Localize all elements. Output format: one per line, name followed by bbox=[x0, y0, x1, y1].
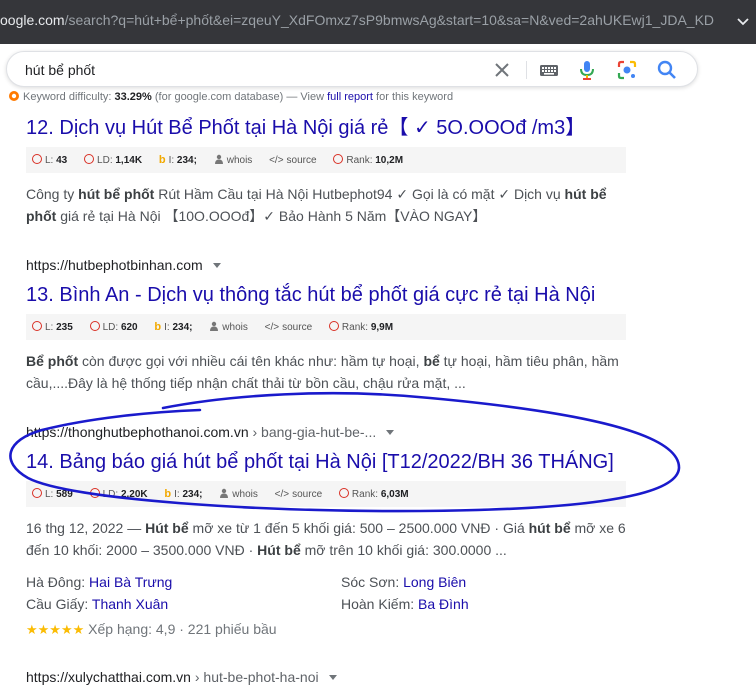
sitelink: Hà Đông: Hai Bà Trưng bbox=[26, 574, 173, 590]
result-title-link[interactable]: 14. Bảng báo giá hút bể phốt tại Hà Nội … bbox=[26, 449, 686, 475]
rating-stars-icon: ★★★★★ bbox=[26, 622, 85, 637]
result-url[interactable]: https://xulychatthai.com.vn › hut-be-pho… bbox=[26, 667, 686, 687]
bing-icon: b bbox=[154, 321, 162, 333]
sitelink-link[interactable]: Hai Bà Trưng bbox=[89, 574, 172, 590]
metric-rank[interactable]: Rank: 6,03M bbox=[338, 482, 409, 508]
rating: ★★★★★ Xếp hạng: 4,9 · 221 phiếu bầu bbox=[26, 621, 686, 638]
clear-icon[interactable] bbox=[491, 59, 513, 81]
semrush-icon bbox=[84, 154, 95, 164]
sitelink: Cầu Giấy: Thanh Xuân bbox=[26, 596, 169, 612]
microphone-icon[interactable] bbox=[576, 59, 598, 81]
whois-link[interactable]: whois bbox=[214, 148, 252, 174]
semrush-icon bbox=[328, 321, 339, 331]
triangle-down-icon[interactable] bbox=[328, 675, 337, 680]
url-host: oogle.com bbox=[0, 12, 65, 28]
sitelinks: Hà Đông: Hai Bà Trưng Sóc Sơn: Long Biên… bbox=[26, 571, 646, 615]
triangle-down-icon[interactable] bbox=[212, 263, 221, 268]
result-title-link[interactable]: 12. Dịch vụ Hút Bể Phốt tại Hà Nội giá r… bbox=[26, 115, 686, 141]
search-divider bbox=[526, 61, 527, 79]
kw-source: (for google.com database) — View bbox=[154, 91, 325, 103]
rating-text: Xếp hạng: 4,9 · 221 phiếu bầu bbox=[88, 621, 277, 637]
search-box[interactable] bbox=[6, 51, 698, 87]
result-url[interactable]: https://hutbephotbinhan.com bbox=[26, 255, 686, 275]
result-snippet: Bể phốt còn được gọi với nhiều cái tên k… bbox=[26, 353, 619, 391]
chevron-down-icon[interactable] bbox=[733, 12, 753, 32]
user-icon bbox=[214, 154, 223, 164]
result-snippet: Công ty hút bể phốt Rút Hầm Cầu tại Hà N… bbox=[26, 186, 607, 224]
search-result: https://hutbephotbinhan.com 13. Bình An … bbox=[26, 255, 686, 394]
semrush-icon bbox=[89, 488, 100, 498]
semrush-icon bbox=[32, 154, 42, 164]
sitelink: Hoàn Kiếm: Ba Đình bbox=[341, 596, 469, 612]
search-result: 12. Dịch vụ Hút Bể Phốt tại Hà Nội giá r… bbox=[26, 115, 686, 227]
seo-metrics-bar: L: 235 LD: 620 b I: 234; whois </> source … bbox=[26, 314, 626, 340]
kw-label: Keyword difficulty: bbox=[23, 91, 112, 103]
bing-icon: b bbox=[164, 488, 172, 500]
whois-link[interactable]: whois bbox=[219, 482, 258, 508]
search-input[interactable] bbox=[25, 60, 465, 80]
triangle-down-icon[interactable] bbox=[386, 430, 395, 435]
metric-l[interactable]: L: 43 bbox=[32, 148, 67, 174]
result-title-link[interactable]: 13. Bình An - Dịch vụ thông tắc hút bể p… bbox=[26, 282, 686, 308]
url-text[interactable]: oogle.com/search?q=hút+bể+phốt&ei=zqeuY_… bbox=[0, 12, 715, 28]
source-link[interactable]: </> source bbox=[275, 482, 322, 508]
kw-value: 33.29% bbox=[114, 91, 152, 103]
code-icon: </> bbox=[264, 322, 280, 333]
kw-suffix: for this keyword bbox=[376, 91, 454, 103]
user-icon bbox=[210, 321, 219, 331]
metric-rank[interactable]: Rank: 10,2M bbox=[333, 148, 403, 174]
sitelink: Sóc Sơn: Long Biên bbox=[341, 574, 467, 590]
search-icon[interactable] bbox=[656, 59, 678, 81]
whois-link[interactable]: whois bbox=[209, 315, 248, 341]
search-result-highlighted: https://thonghutbephothanoi.com.vn › ban… bbox=[26, 422, 686, 638]
metric-ld[interactable]: LD: 620 bbox=[89, 315, 138, 341]
semrush-icon bbox=[32, 321, 42, 331]
browser-address-bar[interactable]: oogle.com/search?q=hút+bể+phốt&ei=zqeuY_… bbox=[0, 0, 756, 44]
search-result: https://xulychatthai.com.vn › hut-be-pho… bbox=[26, 667, 686, 687]
sitelink-link[interactable]: Thanh Xuân bbox=[92, 596, 168, 612]
metric-i[interactable]: b I: 234; bbox=[164, 481, 202, 508]
code-icon: </> bbox=[269, 155, 284, 166]
metric-i[interactable]: b I: 234; bbox=[159, 147, 197, 174]
keyword-difficulty-bar: Keyword difficulty: 33.29% (for google.c… bbox=[8, 90, 453, 104]
semrush-icon bbox=[333, 154, 344, 164]
result-snippet: 16 thg 12, 2022 — Hút bể mỡ xe từ 1 đến … bbox=[26, 520, 626, 558]
source-link[interactable]: </> source bbox=[269, 148, 316, 174]
user-icon bbox=[220, 488, 229, 498]
metric-ld[interactable]: LD: 1,14K bbox=[84, 148, 142, 174]
result-url[interactable]: https://thonghutbephothanoi.com.vn › ban… bbox=[26, 422, 686, 442]
semrush-icon bbox=[32, 488, 42, 498]
seo-metrics-bar: L: 43 LD: 1,14K b I: 234; whois </> source… bbox=[26, 147, 626, 173]
source-link[interactable]: </> source bbox=[265, 315, 312, 341]
metric-l[interactable]: L: 589 bbox=[32, 482, 73, 508]
semrush-fire-icon bbox=[8, 90, 20, 102]
full-report-link[interactable]: full report bbox=[327, 91, 373, 103]
seo-metrics-bar: L: 589 LD: 2,20K b I: 234; whois </> sourc… bbox=[26, 481, 626, 507]
sitelink-link[interactable]: Long Biên bbox=[403, 574, 466, 590]
sitelink-link[interactable]: Ba Đình bbox=[418, 596, 469, 612]
code-icon: </> bbox=[274, 489, 290, 500]
metric-ld[interactable]: LD: 2,20K bbox=[89, 482, 148, 508]
camera-lens-icon[interactable] bbox=[616, 59, 638, 81]
metric-i[interactable]: b I: 234; bbox=[154, 314, 192, 341]
url-path: /search?q=hút+bể+phốt&ei=zqeuY_XdFOmxz7s… bbox=[64, 12, 715, 28]
keyboard-icon[interactable] bbox=[538, 59, 560, 81]
semrush-icon bbox=[338, 488, 349, 498]
semrush-icon bbox=[89, 321, 100, 331]
bing-icon: b bbox=[158, 154, 166, 166]
metric-l[interactable]: L: 235 bbox=[32, 315, 73, 341]
metric-rank[interactable]: Rank: 9,9M bbox=[328, 315, 393, 341]
